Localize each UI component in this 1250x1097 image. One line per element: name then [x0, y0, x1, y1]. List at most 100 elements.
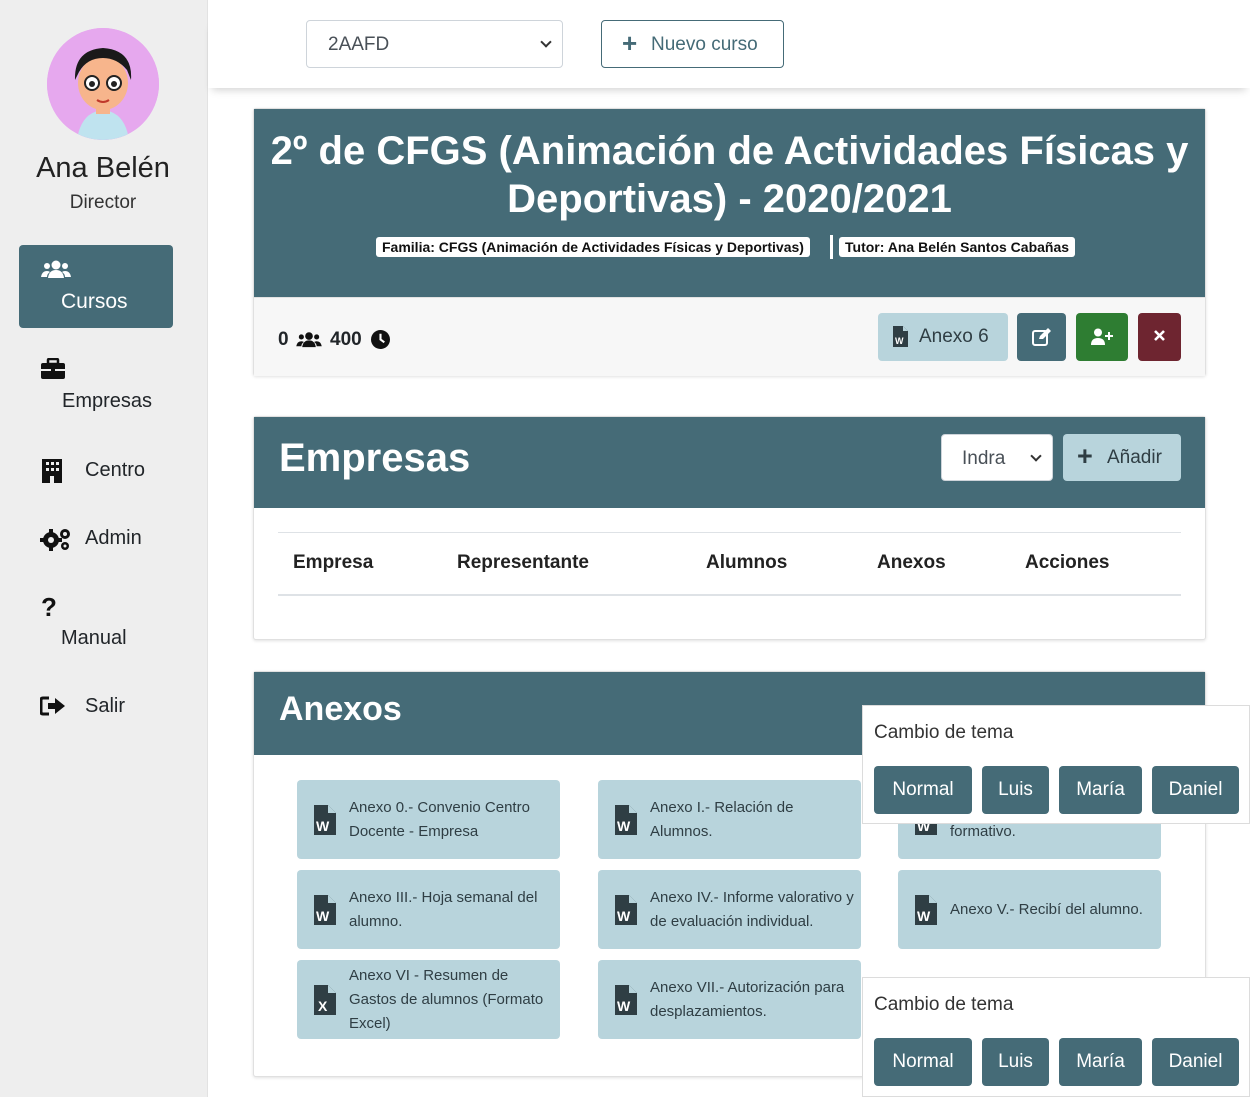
svg-text:W: W — [316, 908, 330, 924]
sidebar-item-label: Manual — [61, 627, 127, 649]
building-icon — [42, 459, 62, 489]
theme-panel: Cambio de tema Normal Luis María Daniel — [862, 977, 1250, 1097]
add-student-button[interactable] — [1076, 313, 1128, 361]
users-icon — [296, 331, 322, 353]
sidebar-item-label: Empresas — [62, 390, 153, 412]
svg-text:W: W — [316, 818, 330, 834]
theme-maria-button[interactable]: María — [1059, 1038, 1142, 1086]
sidebar-item-cursos[interactable]: Cursos — [19, 245, 173, 328]
course-card: 2º de CFGS (Animación de Actividades Fís… — [253, 108, 1206, 376]
briefcase-icon — [40, 357, 66, 386]
anexo-item[interactable]: W Anexo I.- Relación de Alumnos. — [598, 780, 861, 859]
top-bar: 2AAFD + Nuevo curso — [208, 18, 1250, 88]
sidebar: Ana Belén Director Cursos Empresas Centr… — [0, 0, 208, 1097]
anexo-label: Anexo I.- Relación de Alumnos. — [650, 798, 794, 840]
empresas-card: Empresas Indra + Añadir — [253, 416, 1206, 640]
theme-maria-button[interactable]: María — [1059, 766, 1142, 814]
anexo-label: Anexo IV.- Informe valorativo y de evalu… — [650, 888, 854, 930]
theme-daniel-button[interactable]: Daniel — [1152, 766, 1239, 814]
course-header: 2º de CFGS (Animación de Actividades Fís… — [254, 109, 1205, 297]
excel-file-icon: X — [314, 984, 336, 1023]
hours-count: 400 — [330, 329, 362, 350]
empresa-select[interactable]: Indra — [941, 434, 1053, 481]
column-header-empresa: Empresa — [293, 552, 374, 573]
theme-normal-button[interactable]: Normal — [874, 1038, 972, 1086]
sidebar-item-admin[interactable]: Admin — [40, 525, 170, 555]
delete-button[interactable] — [1138, 313, 1181, 361]
close-icon — [1153, 329, 1166, 347]
anexo-label: Anexo V.- Recibí del alumno. — [950, 900, 1143, 918]
user-name: Ana Belén — [36, 152, 170, 184]
anexo-item[interactable]: W Anexo 0.- Convenio Centro Docente - Em… — [297, 780, 560, 859]
chevron-down-icon — [540, 36, 552, 48]
new-course-button[interactable]: + Nuevo curso — [601, 20, 784, 68]
word-file-icon: W — [314, 804, 336, 843]
anexo-label: Anexo VI - Resumen de Gastos de alumnos … — [349, 966, 544, 1032]
word-file-icon: W — [615, 804, 637, 843]
new-course-label: Nuevo curso — [651, 34, 758, 55]
theme-luis-button[interactable]: Luis — [982, 1038, 1049, 1086]
user-plus-icon — [1091, 328, 1113, 350]
theme-panel-title: Cambio de tema — [874, 994, 1014, 1015]
sidebar-item-label: Centro — [85, 459, 146, 481]
user-role: Director — [69, 192, 137, 213]
course-select[interactable]: 2AAFD — [306, 20, 563, 68]
students-count: 0 — [278, 329, 289, 350]
familia-badge: Familia: CFGS (Animación de Actividades … — [376, 237, 810, 257]
anexo-label: Anexo III.- Hoja semanal del alumno. — [349, 888, 538, 930]
tutor-badge: Tutor: Ana Belén Santos Cabañas — [839, 237, 1076, 257]
column-header-alumnos: Alumnos — [706, 552, 788, 573]
word-file-icon: W — [615, 894, 637, 933]
anexo-item[interactable]: W Anexo VII.- Autorización para desplaza… — [598, 960, 861, 1039]
table-top-border — [278, 532, 1181, 533]
anexo-label: Anexo 0.- Convenio Centro Docente - Empr… — [349, 798, 530, 840]
anexo6-label: Anexo 6 — [919, 326, 989, 347]
chevron-down-icon — [1030, 449, 1042, 462]
column-header-anexos: Anexos — [877, 552, 946, 573]
word-file-icon: W — [893, 326, 908, 352]
theme-luis-button[interactable]: Luis — [982, 766, 1049, 814]
users-icon — [41, 259, 71, 285]
sidebar-item-label: Salir — [85, 695, 126, 717]
anexo6-button[interactable]: W Anexo 6 — [878, 313, 1008, 361]
anexo-label: Anexo VII.- Autorización para desplazami… — [650, 978, 845, 1020]
svg-text:W: W — [617, 818, 631, 834]
plus-icon: + — [622, 28, 638, 58]
empresa-select-value: Indra — [962, 448, 1006, 469]
user-avatar[interactable] — [47, 28, 159, 140]
edit-button[interactable] — [1017, 313, 1066, 361]
sidebar-item-centro[interactable]: Centro — [40, 457, 170, 487]
add-empresa-label: Añadir — [1107, 447, 1162, 468]
sidebar-item-manual[interactable]: ? Manual — [40, 592, 170, 654]
svg-text:W: W — [917, 908, 931, 924]
course-select-value: 2AAFD — [328, 34, 390, 55]
badge-divider — [830, 235, 833, 259]
theme-panel: Cambio de tema Normal Luis María Daniel — [862, 705, 1250, 824]
svg-text:W: W — [895, 336, 904, 346]
sidebar-item-label: Cursos — [61, 290, 128, 313]
theme-daniel-button[interactable]: Daniel — [1152, 1038, 1239, 1086]
empresas-header: Empresas Indra + Añadir — [254, 417, 1205, 508]
table-header-border — [278, 594, 1181, 596]
theme-panel-title: Cambio de tema — [874, 722, 1014, 743]
sidebar-item-salir[interactable]: Salir — [39, 693, 170, 723]
course-footer: 0 400 W Anexo 6 — [254, 297, 1205, 376]
add-empresa-button[interactable]: + Añadir — [1063, 434, 1181, 481]
gears-icon — [40, 527, 72, 557]
anexo-item[interactable]: W Anexo IV.- Informe valorativo y de eva… — [598, 870, 861, 949]
word-file-icon: W — [615, 984, 637, 1023]
clock-icon — [371, 330, 390, 354]
word-file-icon: W — [915, 894, 937, 933]
anexo-item[interactable]: X Anexo VI - Resumen de Gastos de alumno… — [297, 960, 560, 1039]
edit-icon — [1032, 328, 1051, 351]
theme-normal-button[interactable]: Normal — [874, 766, 972, 814]
sidebar-item-empresas[interactable]: Empresas — [40, 357, 170, 420]
plus-icon: + — [1077, 441, 1093, 471]
sidebar-item-label: Admin — [85, 527, 142, 549]
anexo-item[interactable]: W Anexo III.- Hoja semanal del alumno. — [297, 870, 560, 949]
anexo-item[interactable]: W Anexo V.- Recibí del alumno. — [898, 870, 1161, 949]
course-title-line2: Deportivas) - 2020/2021 — [507, 177, 952, 221]
word-file-icon: W — [314, 894, 336, 933]
sign-out-icon — [39, 696, 66, 722]
course-title: 2º de CFGS (Animación de Actividades Fís… — [254, 127, 1205, 223]
